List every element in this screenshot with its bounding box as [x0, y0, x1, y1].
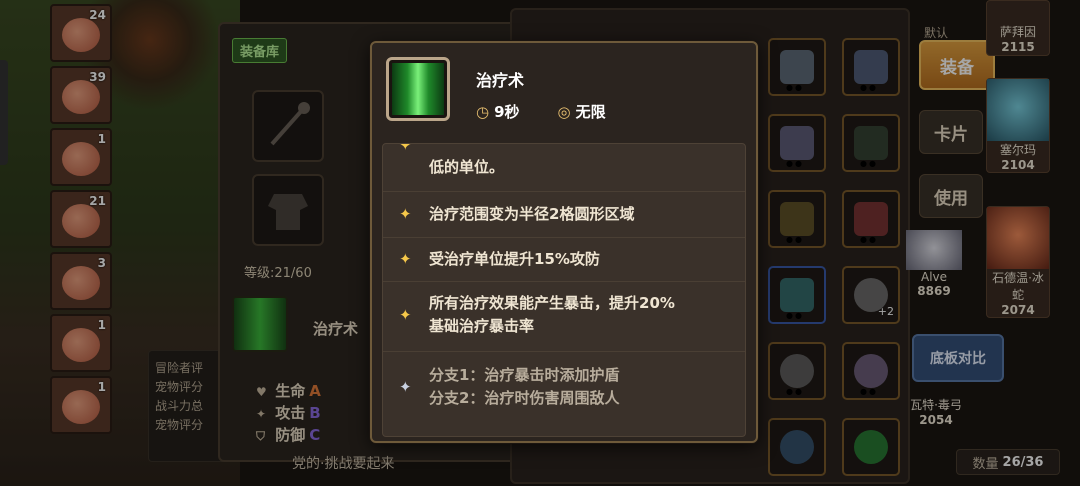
- tooltip-effects[interactable]: ✦ 低的单位。 ✦ 治疗范围变为半径2格圆形区域 ✦ 受治疗单位提升15%攻防 ✦ 所有…: [382, 143, 746, 437]
- branch-row: ✦ 分支1：治疗暴击时添加护盾 分支2：治疗时伤害周围敌人: [383, 352, 745, 422]
- star-icon: ✦: [399, 143, 412, 154]
- star-icon: ✦: [399, 306, 412, 324]
- skill-tooltip: 治疗术 ◷ 9秒 ◎ 无限 ✦ 低的单位。 ✦ 治疗范围变为半径2格圆形区域 ✦ 受治疗单…: [370, 41, 758, 443]
- heal-skill-icon: [386, 57, 450, 121]
- cooldown-value: 9秒: [494, 103, 520, 121]
- target-icon: ◎: [557, 103, 571, 121]
- branch-text: 分支2：治疗时伤害周围敌人: [429, 389, 620, 407]
- effect-row: ✦ 治疗范围变为半径2格圆形区域: [383, 192, 745, 238]
- effect-text: 所有治疗效果能产生暴击，提升20%: [429, 294, 675, 312]
- sparkle-icon: ✦: [399, 378, 412, 396]
- effect-text: 低的单位。: [429, 158, 505, 176]
- effect-row: ✦ 低的单位。: [383, 143, 745, 192]
- star-icon: ✦: [399, 205, 412, 223]
- game-screen: { "roster": { "levels": ["24","39","1","…: [0, 0, 1080, 486]
- range-value: 无限: [575, 103, 606, 121]
- branch-text: 分支1：治疗暴击时添加护盾: [429, 366, 620, 384]
- clock-icon: ◷: [476, 103, 490, 121]
- tooltip-title: 治疗术: [476, 71, 525, 90]
- tooltip-meta: ◷ 9秒 ◎ 无限: [476, 101, 606, 122]
- effect-text: 治疗范围变为半径2格圆形区域: [429, 205, 635, 223]
- star-icon: ✦: [399, 250, 412, 268]
- effect-text: 受治疗单位提升15%攻防: [429, 250, 600, 268]
- effect-row: ✦ 所有治疗效果能产生暴击，提升20% 基础治疗暴击率: [383, 282, 745, 352]
- effect-row: ✦ 受治疗单位提升15%攻防: [383, 238, 745, 282]
- effect-text: 基础治疗暴击率: [429, 317, 535, 335]
- range: ◎ 无限: [558, 101, 606, 122]
- cooldown: ◷ 9秒: [476, 101, 520, 122]
